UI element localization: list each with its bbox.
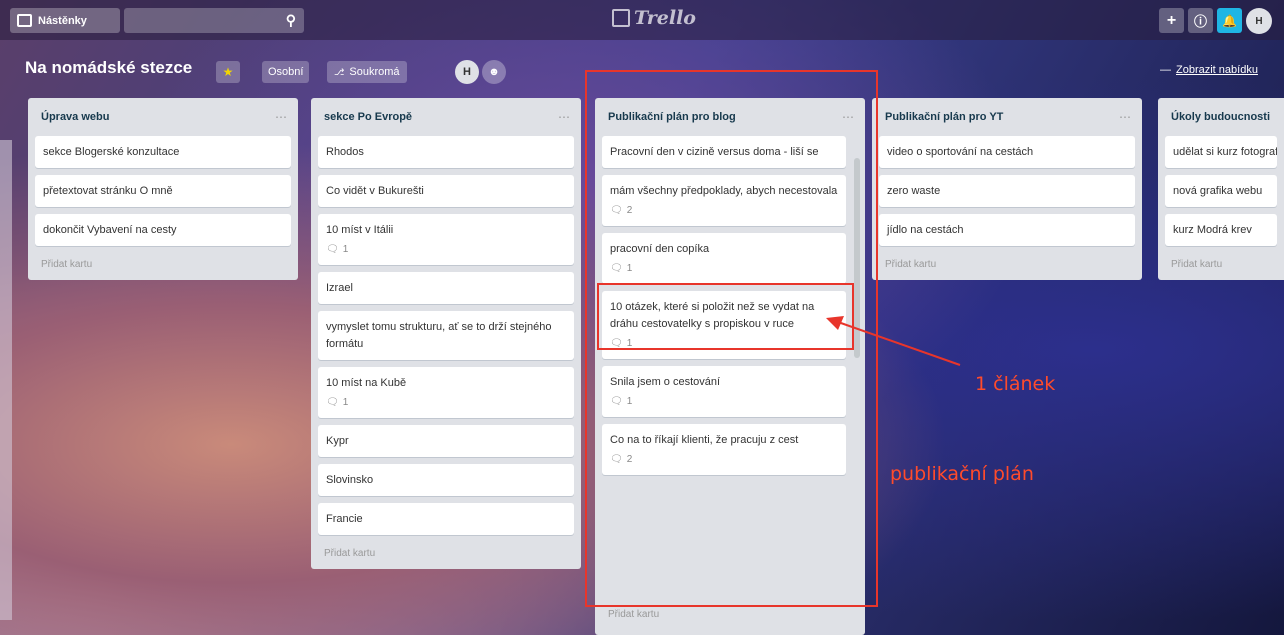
- card[interactable]: Izrael: [318, 272, 574, 304]
- show-menu-label: Zobrazit nabídku: [1176, 64, 1258, 76]
- card[interactable]: 10 míst na Kubě 🗨 1: [318, 367, 574, 418]
- card-title: Francie: [326, 513, 363, 525]
- comment-icon: 🗨: [326, 397, 339, 408]
- card-title: jídlo na cestách: [887, 224, 964, 236]
- list-header[interactable]: Úprava webu ⋯: [35, 98, 291, 136]
- card-title: přetextovat stránku O mně: [43, 185, 173, 197]
- plus-icon: +: [1166, 11, 1177, 29]
- card-title: Rhodos: [326, 146, 364, 158]
- add-card-button[interactable]: Přidat kartu: [1165, 253, 1277, 280]
- create-button[interactable]: +: [1159, 8, 1184, 33]
- add-card-button[interactable]: Přidat kartu: [35, 253, 291, 280]
- card-title: sekce Blogerské konzultace: [43, 146, 180, 158]
- user-avatar[interactable]: H: [1246, 8, 1272, 34]
- visibility-button[interactable]: ⎇ Soukromá: [327, 61, 407, 83]
- info-button[interactable]: ⓘ: [1188, 8, 1213, 33]
- board-member-avatar[interactable]: H: [455, 60, 479, 84]
- team-button[interactable]: Osobní: [262, 61, 310, 83]
- card-title: Kypr: [326, 435, 349, 447]
- boards-button[interactable]: Nástěnky: [10, 8, 120, 33]
- search-input[interactable]: ⚲: [124, 8, 304, 33]
- card[interactable]: 10 míst v Itálii 🗨 1: [318, 214, 574, 265]
- list-title: Úkoly budoucnosti: [1171, 111, 1270, 123]
- card[interactable]: Rhodos: [318, 136, 574, 168]
- list-title: sekce Po Evropě: [324, 111, 413, 123]
- avatar-initial: H: [1255, 15, 1263, 27]
- invite-member-button[interactable]: ☻: [482, 60, 506, 84]
- card[interactable]: jídlo na cestách: [879, 214, 1135, 246]
- visibility-label: Soukromá: [349, 66, 400, 78]
- comment-icon: 🗨: [326, 244, 339, 255]
- top-header: Nástěnky ⚲ Trello + ⓘ 🔔 H: [0, 0, 1284, 40]
- info-icon: ⓘ: [1193, 14, 1207, 29]
- card[interactable]: Francie: [318, 503, 574, 535]
- list-publikacni-plan-yt: Publikační plán pro YT ⋯ video o sportov…: [872, 98, 1142, 280]
- card[interactable]: zero waste: [879, 175, 1135, 207]
- annotation-card-frame: [597, 283, 854, 350]
- list-header[interactable]: sekce Po Evropě ⋯: [318, 98, 574, 136]
- list-sekce-po-evrope: sekce Po Evropě ⋯ Rhodos Co vidět v Buku…: [311, 98, 581, 569]
- board-title[interactable]: Na nomádské stezce: [25, 58, 192, 78]
- comment-badge: 🗨 1: [326, 394, 566, 411]
- card[interactable]: přetextovat stránku O mně: [35, 175, 291, 207]
- board-icon: [17, 14, 32, 27]
- bell-icon: 🔔: [1222, 13, 1237, 28]
- card-title: Co vidět v Bukurešti: [326, 185, 424, 197]
- member-initial: H: [463, 66, 471, 78]
- card-title: video o sportování na cestách: [887, 146, 1034, 158]
- add-card-button[interactable]: Přidat kartu: [879, 253, 1135, 280]
- card-title: 10 míst na Kubě: [326, 377, 407, 389]
- card[interactable]: Kypr: [318, 425, 574, 457]
- card-title: udělat si kurz fotografování: [1173, 146, 1277, 158]
- add-card-button[interactable]: Přidat kartu: [318, 542, 574, 569]
- list-title: Publikační plán pro YT: [885, 111, 1004, 123]
- boards-label: Nástěnky: [38, 14, 87, 27]
- star-icon: ★: [222, 65, 234, 79]
- list-menu-icon[interactable]: ⋯: [558, 110, 571, 124]
- annotation-plan-label: publikační plán: [890, 463, 1034, 485]
- logo-icon: [612, 9, 630, 27]
- card-title: dokončit Vybavení na cesty: [43, 224, 177, 236]
- list-header[interactable]: Publikační plán pro YT ⋯: [879, 98, 1135, 136]
- left-edge-strip: [0, 140, 12, 620]
- comment-count: 1: [342, 244, 349, 255]
- card[interactable]: sekce Blogerské konzultace: [35, 136, 291, 168]
- card[interactable]: Slovinsko: [318, 464, 574, 496]
- list-uprava-webu: Úprava webu ⋯ sekce Blogerské konzultace…: [28, 98, 298, 280]
- logo-text: Trello: [634, 7, 696, 29]
- add-member-icon: ☻: [488, 66, 500, 78]
- card-title: zero waste: [887, 185, 941, 197]
- card[interactable]: vymyslet tomu strukturu, ať se to drží s…: [318, 311, 574, 360]
- list-menu-icon[interactable]: ⋯: [275, 110, 288, 124]
- card[interactable]: kurz Modrá krev: [1165, 214, 1277, 246]
- card[interactable]: video o sportování na cestách: [879, 136, 1135, 168]
- list-title: Úprava webu: [41, 111, 110, 123]
- list-menu-icon[interactable]: ⋯: [1119, 110, 1132, 124]
- search-icon: ⚲: [285, 12, 296, 28]
- comment-count: 1: [342, 397, 349, 408]
- annotation-article-label: 1 článek: [975, 373, 1056, 395]
- card[interactable]: Co vidět v Bukurešti: [318, 175, 574, 207]
- card-title: Slovinsko: [326, 474, 374, 486]
- star-button[interactable]: ★: [216, 61, 240, 83]
- card[interactable]: nová grafika webu: [1165, 175, 1277, 207]
- notifications-button[interactable]: 🔔: [1217, 8, 1242, 33]
- card-title: kurz Modrá krev: [1173, 224, 1252, 236]
- lock-icon: ⎇: [334, 66, 345, 77]
- card-title: Izrael: [326, 282, 353, 294]
- card[interactable]: dokončit Vybavení na cesty: [35, 214, 291, 246]
- card-title: nová grafika webu: [1173, 185, 1263, 197]
- card-title: 10 míst v Itálii: [326, 224, 394, 236]
- show-menu-link[interactable]: — Zobrazit nabídku: [1160, 64, 1258, 76]
- menu-dash-icon: —: [1160, 64, 1171, 76]
- trello-logo[interactable]: Trello: [612, 7, 696, 29]
- card[interactable]: udělat si kurz fotografování: [1165, 136, 1277, 168]
- team-label: Osobní: [268, 66, 304, 78]
- card-title: vymyslet tomu strukturu, ať se to drží s…: [326, 321, 552, 350]
- comment-badge: 🗨 1: [326, 241, 566, 258]
- list-header[interactable]: Úkoly budoucnosti: [1165, 98, 1277, 136]
- list-ukoly-budoucnosti: Úkoly budoucnosti udělat si kurz fotogra…: [1158, 98, 1284, 280]
